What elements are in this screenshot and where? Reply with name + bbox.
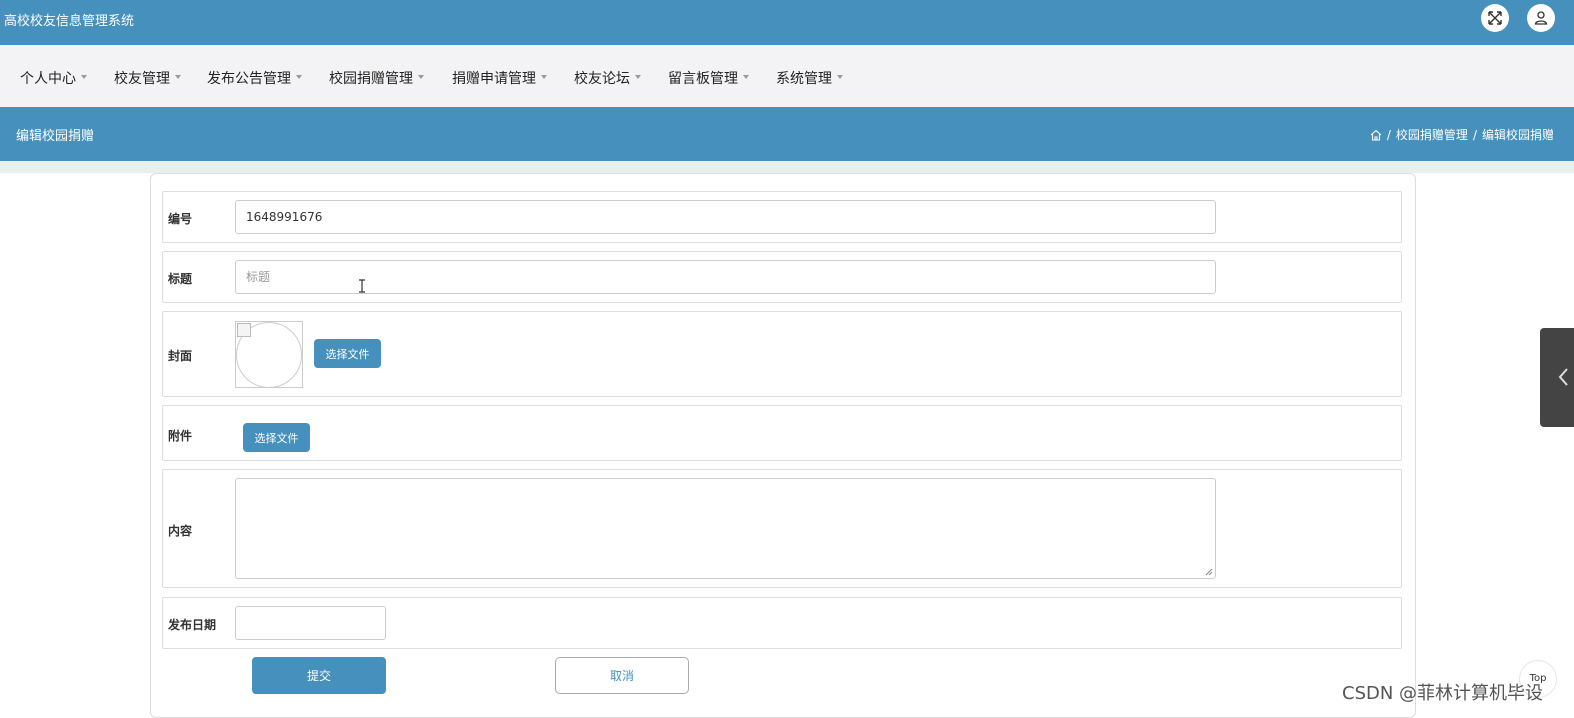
content-label: 内容 [168,524,193,538]
title-placeholder: 标题 [246,270,271,284]
publish-date-input[interactable] [235,606,386,640]
nav-item-announcements[interactable]: 发布公告管理 [207,68,302,88]
page-title-bar: 编辑校园捐赠 / 校园捐赠管理 / 编辑校园捐赠 [0,107,1574,161]
resize-grip-icon[interactable] [1205,568,1213,576]
divider-band [0,161,1574,173]
nav-item-system[interactable]: 系统管理 [776,68,843,88]
nav-item-campus-donation[interactable]: 校园捐赠管理 [329,68,424,88]
cover-label: 封面 [168,349,193,363]
fullscreen-icon [1488,11,1502,25]
main-nav: 个人中心 校友管理 发布公告管理 校园捐赠管理 捐赠申请管理 校友论坛 留言板管… [0,45,1574,107]
form-row-attachment: 附件 选择文件 [162,405,1402,461]
id-label: 编号 [168,212,193,226]
side-panel-toggle[interactable] [1540,328,1574,427]
broken-image-icon [237,323,251,337]
watermark: CSDN @菲林计算机毕设 [1342,683,1544,704]
form-row-title: 标题 标题 [162,251,1402,303]
app-title: 高校校友信息管理系统 [4,14,135,29]
user-button[interactable] [1527,4,1555,32]
attachment-label: 附件 [168,429,193,443]
nav-item-alumni[interactable]: 校友管理 [114,68,181,88]
page-title: 编辑校园捐赠 [16,129,95,144]
top-bar: 高校校友信息管理系统 [0,0,1574,45]
chevron-left-icon [1558,368,1568,386]
submit-button[interactable]: 提交 [252,657,386,694]
breadcrumb-separator: / [1386,127,1391,142]
breadcrumb-separator: / [1472,127,1477,142]
caret-down-icon [296,75,302,79]
caret-down-icon [175,75,181,79]
nav-item-message-board[interactable]: 留言板管理 [668,68,749,88]
title-input[interactable]: 标题 [235,260,1216,294]
content-textarea[interactable] [235,478,1216,579]
caret-down-icon [81,75,87,79]
form-row-content: 内容 [162,469,1402,588]
date-label: 发布日期 [168,618,217,632]
caret-down-icon [418,75,424,79]
text-cursor-icon [359,279,365,293]
breadcrumb: / 校园捐赠管理 / 编辑校园捐赠 [1370,126,1554,143]
form-row-id: 编号 1648991676 [162,191,1402,243]
caret-down-icon [743,75,749,79]
nav-item-forum[interactable]: 校友论坛 [574,68,641,88]
form-row-cover: 封面 选择文件 [162,311,1402,397]
nav-item-donation-applications[interactable]: 捐赠申请管理 [452,68,547,88]
caret-down-icon [541,75,547,79]
form-row-date: 发布日期 [162,597,1402,649]
cover-choose-file-button[interactable]: 选择文件 [314,339,381,368]
user-icon [1534,11,1548,25]
home-icon[interactable] [1370,129,1382,141]
caret-down-icon [837,75,843,79]
attachment-choose-file-button[interactable]: 选择文件 [243,423,310,452]
id-input[interactable]: 1648991676 [235,200,1216,234]
title-label: 标题 [168,272,193,286]
nav-item-personal-center[interactable]: 个人中心 [20,68,87,88]
cancel-button[interactable]: 取消 [555,657,689,694]
caret-down-icon [635,75,641,79]
fullscreen-button[interactable] [1481,4,1509,32]
breadcrumb-current: 编辑校园捐赠 [1481,128,1554,142]
cover-image-preview[interactable] [235,321,303,388]
breadcrumb-parent[interactable]: 校园捐赠管理 [1396,126,1468,143]
